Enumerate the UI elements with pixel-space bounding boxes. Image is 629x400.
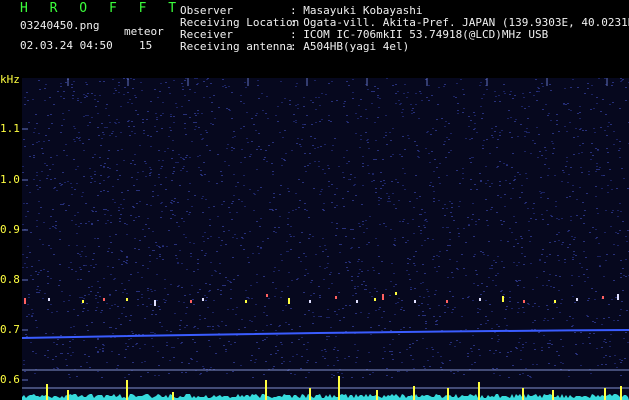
meteor-spike: [552, 390, 554, 400]
meteor-spike: [522, 388, 524, 400]
meteor-echo: [602, 296, 604, 299]
meteor-echo: [356, 300, 358, 303]
unit-label: kHz: [0, 73, 20, 86]
meteor-echo: [24, 298, 26, 304]
meteor-echo: [309, 300, 311, 303]
antenna-value: : A504HB(yagi 4el): [290, 40, 410, 53]
meteor-echo: [382, 294, 384, 300]
meteor-echo: [245, 300, 247, 303]
meteor-spike: [620, 386, 622, 400]
meteor-echo: [103, 298, 105, 301]
meteor-echo: [617, 294, 619, 300]
spectrogram-plot: [22, 78, 629, 400]
meteor-echo: [395, 292, 397, 295]
meteor-echo: [523, 300, 525, 303]
meteor-echo: [190, 300, 192, 303]
baseline-noise: [22, 394, 629, 400]
antenna-label: Receiving antenna: [180, 40, 293, 53]
frequency-tick-label: 1.0: [0, 173, 20, 186]
meteor-echo: [414, 300, 416, 303]
meteor-echo: [374, 298, 376, 301]
meteor-echo: [479, 298, 481, 301]
datetime: 02.03.24 04:50: [20, 39, 113, 52]
frequency-tick-label: 0.9: [0, 223, 20, 236]
meteor-spike: [447, 388, 449, 400]
meteor-echo: [202, 298, 204, 301]
meteor-echo: [288, 298, 290, 304]
meteor-spike: [413, 386, 415, 400]
meteor-echo: [446, 300, 448, 303]
meteor-spike: [172, 392, 174, 400]
meteor-echo: [126, 298, 128, 301]
meteor-echo: [48, 298, 50, 301]
frequency-tick-label: 1.1: [0, 122, 20, 135]
meteor-spike: [46, 384, 48, 400]
filename: 03240450.png: [20, 19, 100, 32]
meteor-spike: [126, 380, 128, 400]
spectrogram-svg: [22, 78, 629, 400]
meteor-spike: [478, 382, 480, 400]
meteor-echo: [576, 298, 578, 301]
meteor-spike: [338, 376, 340, 400]
header-panel: H R O F F T 03240450.png meteor 02.03.24…: [0, 0, 629, 75]
meteor-spike: [604, 388, 606, 400]
frequency-tick-label: 0.7: [0, 323, 20, 336]
meteor-count: 15: [139, 39, 153, 52]
frequency-tick-label: 0.6: [0, 373, 20, 386]
meteor-echo: [266, 294, 268, 297]
meteor-echo: [82, 300, 84, 303]
meteor-echo: [154, 300, 156, 306]
meteor-spike: [67, 390, 69, 400]
frequency-tick-label: 0.8: [0, 273, 20, 286]
meteor-spike: [265, 380, 267, 400]
meteor-spike: [309, 388, 311, 400]
meteor-spike: [376, 390, 378, 400]
meteor-label: meteor: [124, 25, 164, 38]
app-title: H R O F F T: [20, 1, 184, 16]
meteor-echo: [502, 296, 504, 302]
meteor-echo: [554, 300, 556, 303]
meteor-echo: [335, 296, 337, 299]
